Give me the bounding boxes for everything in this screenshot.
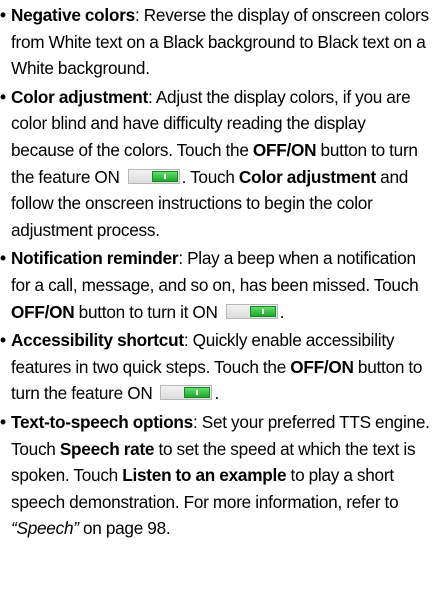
description: button to turn it ON: [74, 301, 218, 322]
toggle-on-icon: [160, 385, 213, 401]
bullet: •: [0, 248, 6, 269]
toggle-knob: [184, 387, 211, 399]
toggle-grip: [163, 173, 166, 179]
toggle-on-icon: [127, 168, 180, 184]
separator: :: [178, 248, 188, 269]
off-on-label: OFF/ON: [290, 356, 354, 377]
term-color-adjustment: Color adjustment: [11, 86, 149, 107]
term-negative-colors: Negative colors: [11, 5, 135, 25]
term-notification-reminder: Notification reminder: [11, 248, 179, 269]
separator: :: [148, 86, 156, 107]
term-accessibility-shortcut: Accessibility shortcut: [11, 330, 184, 351]
toggle-knob: [151, 170, 178, 182]
bullet: •: [0, 86, 6, 107]
off-on-label: OFF/ON: [11, 301, 75, 322]
list-item-color-adjustment: • Color adjustment: Adjust the display co…: [0, 84, 430, 244]
listen-to-example-label: Listen to an example: [122, 465, 287, 486]
toggle-grip: [261, 308, 264, 314]
bullet: •: [0, 411, 6, 432]
off-on-label: OFF/ON: [252, 139, 317, 160]
description: . Touch: [181, 166, 239, 187]
list-item-text-to-speech: • Text-to-speech options: Set your prefer…: [0, 409, 430, 542]
bullet: •: [0, 5, 6, 25]
toggle-knob: [249, 305, 276, 317]
accessibility-options-list: • Negative colors: Reverse the display of…: [0, 2, 430, 542]
description: .: [279, 301, 285, 322]
list-item-accessibility-shortcut: • Accessibility shortcut: Quickly enable …: [0, 327, 430, 407]
speech-rate-label: Speech rate: [59, 438, 155, 459]
bullet: •: [0, 330, 6, 351]
separator: :: [183, 330, 193, 351]
list-item-negative-colors: • Negative colors: Reverse the display of…: [0, 2, 430, 82]
toggle-on-icon: [225, 303, 278, 319]
separator: :: [193, 411, 202, 432]
manual-page: • Negative colors: Reverse the display of…: [0, 2, 430, 544]
term-text-to-speech-options: Text-to-speech options: [11, 411, 193, 432]
description: .: [214, 383, 220, 404]
description: on page 98.: [78, 518, 171, 539]
separator: :: [134, 5, 144, 25]
speech-cross-reference: “Speech”: [11, 518, 79, 539]
color-adjustment-label: Color adjustment: [238, 166, 376, 187]
toggle-grip: [196, 390, 199, 396]
list-item-notification-reminder: • Notification reminder: Play a beep when…: [0, 245, 430, 325]
